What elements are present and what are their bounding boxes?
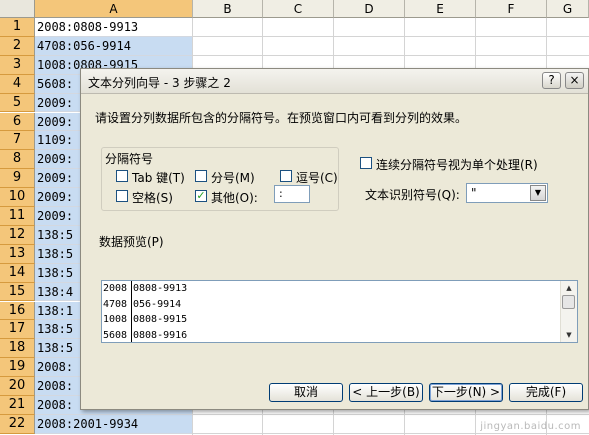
- grid-line: [193, 432, 589, 434]
- close-icon[interactable]: ×: [565, 72, 584, 89]
- column-header-b[interactable]: B: [193, 0, 263, 18]
- cancel-button[interactable]: 取消: [269, 383, 343, 402]
- row-header[interactable]: 5: [0, 93, 35, 113]
- column-header-e[interactable]: E: [405, 0, 476, 18]
- comma-label: 逗号(C): [296, 171, 338, 185]
- cell-a[interactable]: 2008:2001-9934: [35, 414, 193, 434]
- preview-cell: 0808-9915: [133, 314, 188, 325]
- other-checkbox[interactable]: ✓: [195, 190, 207, 202]
- scroll-up-icon[interactable]: ▲: [561, 281, 577, 295]
- text-qualifier-select[interactable]: " ▼: [466, 183, 548, 203]
- delimiters-group-label: 分隔符号: [105, 152, 154, 166]
- preview-cell: 5608: [103, 329, 128, 341]
- row-header[interactable]: 18: [0, 339, 35, 359]
- consecutive-label: 连续分隔符号视为单个处理(R): [376, 158, 538, 172]
- preview-label: 数据预览(P): [99, 235, 164, 249]
- row-header[interactable]: 1: [0, 18, 35, 37]
- tab-checkbox[interactable]: [116, 170, 128, 182]
- row-header[interactable]: 15: [0, 282, 35, 302]
- column-header-g[interactable]: G: [547, 0, 589, 18]
- comma-checkbox[interactable]: [280, 170, 292, 182]
- other-label: 其他(O):: [211, 191, 258, 205]
- row-header[interactable]: 10: [0, 188, 35, 207]
- preview-scrollbar[interactable]: ▲ ▼: [560, 281, 577, 342]
- chevron-down-icon[interactable]: ▼: [530, 185, 546, 201]
- row-header[interactable]: 8: [0, 150, 35, 170]
- grid-line: [193, 413, 589, 415]
- row-header[interactable]: 17: [0, 320, 35, 340]
- column-header-c[interactable]: C: [263, 0, 334, 18]
- cell-a[interactable]: 2008:0808-9913: [35, 18, 193, 37]
- dialog-titlebar: 文本分列向导 - 3 步骤之 2 ? ×: [81, 69, 588, 94]
- row-header[interactable]: 6: [0, 112, 35, 132]
- preview-cell: 2008: [103, 283, 128, 294]
- consecutive-checkbox[interactable]: [360, 157, 372, 169]
- scroll-down-icon[interactable]: ▼: [561, 328, 577, 342]
- preview-cell: 1008: [103, 314, 128, 325]
- preview-cell: 056-9914: [133, 298, 182, 310]
- dialog-title: 文本分列向导 - 3 步骤之 2: [88, 76, 231, 90]
- row-header[interactable]: 3: [0, 55, 35, 75]
- row-header[interactable]: 7: [0, 131, 35, 151]
- text-to-columns-dialog: 文本分列向导 - 3 步骤之 2 ? × 请设置分列数据所包含的分隔符号。在预览…: [80, 68, 589, 410]
- column-header-a[interactable]: A: [35, 0, 193, 18]
- row-header[interactable]: 19: [0, 358, 35, 378]
- semicolon-label: 分号(M): [211, 171, 255, 185]
- next-button[interactable]: 下一步(N) >: [429, 383, 503, 402]
- space-label: 空格(S): [132, 191, 173, 205]
- tab-label: Tab 键(T): [132, 171, 185, 185]
- select-all-corner[interactable]: [0, 0, 35, 18]
- preview-cell: 0808-9913: [133, 283, 188, 294]
- back-button[interactable]: < 上一步(B): [349, 383, 423, 402]
- finish-button[interactable]: 完成(F): [509, 383, 583, 402]
- row-header[interactable]: 14: [0, 263, 35, 283]
- column-break-line[interactable]: [131, 281, 132, 342]
- row-header[interactable]: 20: [0, 377, 35, 396]
- preview-cell: 4708: [103, 298, 128, 310]
- help-icon[interactable]: ?: [542, 72, 561, 89]
- text-qualifier-label: 文本识别符号(Q):: [365, 188, 460, 202]
- column-header-f[interactable]: F: [476, 0, 547, 18]
- row-header[interactable]: 21: [0, 396, 35, 415]
- row-header[interactable]: 22: [0, 414, 35, 434]
- data-preview[interactable]: 2008 0808-9913 4708 056-9914 1008 0808-9915 56…: [101, 280, 578, 343]
- row-header[interactable]: 9: [0, 169, 35, 189]
- semicolon-checkbox[interactable]: [195, 170, 207, 182]
- row-header[interactable]: 4: [0, 74, 35, 94]
- preview-cell: 0808-9916: [133, 329, 188, 341]
- grid-line: [193, 35, 589, 37]
- cell-a[interactable]: 4708:056-9914: [35, 36, 193, 56]
- row-header[interactable]: 16: [0, 301, 35, 321]
- row-header[interactable]: 12: [0, 225, 35, 245]
- grid-line: [193, 54, 589, 56]
- row-header[interactable]: 11: [0, 207, 35, 226]
- text-qualifier-value: ": [471, 186, 477, 200]
- column-header-d[interactable]: D: [334, 0, 405, 18]
- space-checkbox[interactable]: [116, 190, 128, 202]
- other-delimiter-input[interactable]: :: [274, 185, 310, 203]
- watermark: jingyan.baidu.com: [480, 421, 581, 432]
- dialog-description: 请设置分列数据所包含的分隔符号。在预览窗口内可看到分列的效果。: [95, 111, 468, 125]
- row-header[interactable]: 13: [0, 244, 35, 264]
- scroll-thumb[interactable]: [562, 295, 575, 309]
- row-header[interactable]: 2: [0, 36, 35, 56]
